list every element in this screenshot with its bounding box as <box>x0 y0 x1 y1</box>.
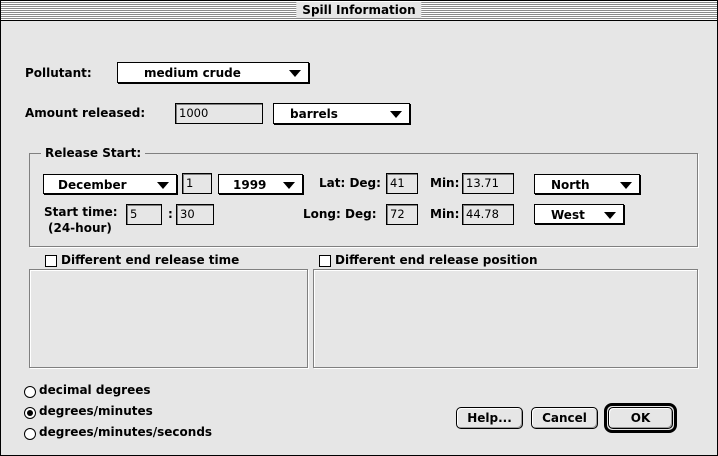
start-time-sublabel: (24-hour) <box>48 221 112 235</box>
window-title: Spill Information <box>296 2 422 18</box>
decimal-degrees-label[interactable]: decimal degrees <box>39 383 151 397</box>
long-min-field[interactable]: 44.78 <box>462 204 514 225</box>
title-bar[interactable]: Spill Information <box>1 1 717 21</box>
day-field[interactable]: 1 <box>182 173 212 194</box>
long-direction-value: West <box>551 208 585 222</box>
lat-min-field[interactable]: 13.71 <box>462 173 514 194</box>
amount-released-field[interactable]: 1000 <box>175 103 263 124</box>
chevron-down-icon <box>604 212 616 219</box>
chevron-down-icon <box>157 182 169 189</box>
chevron-down-icon <box>390 111 402 118</box>
amount-unit-value: barrels <box>290 107 338 121</box>
pollutant-select[interactable]: medium crude <box>117 62 309 83</box>
amount-released-label: Amount released: <box>25 106 146 120</box>
degrees-minutes-seconds-radio[interactable] <box>24 428 36 440</box>
long-deg-label: Long: Deg: <box>303 207 377 221</box>
help-button[interactable]: Help... <box>456 407 523 429</box>
end-release-time-panel <box>29 269 308 368</box>
amount-unit-select[interactable]: barrels <box>273 103 410 124</box>
lat-deg-label: Lat: Deg: <box>319 176 381 190</box>
end-release-position-checkbox[interactable] <box>319 255 331 267</box>
release-start-title: Release Start: <box>41 146 146 160</box>
decimal-degrees-radio[interactable] <box>24 386 36 398</box>
chevron-down-icon <box>289 70 301 77</box>
long-deg-field[interactable]: 72 <box>386 204 418 225</box>
degrees-minutes-label[interactable]: degrees/minutes <box>39 404 153 418</box>
year-value: 1999 <box>233 178 267 192</box>
long-direction-select[interactable]: West <box>534 204 624 224</box>
lat-min-label: Min: <box>430 176 460 190</box>
time-separator: : <box>168 207 173 221</box>
chevron-down-icon <box>283 182 295 189</box>
lat-direction-value: North <box>551 178 590 192</box>
start-hour-field[interactable]: 5 <box>126 204 162 225</box>
month-value: December <box>58 178 127 192</box>
lat-deg-field[interactable]: 41 <box>386 173 418 194</box>
month-select[interactable]: December <box>43 174 177 194</box>
lat-direction-select[interactable]: North <box>534 174 640 194</box>
chevron-down-icon <box>620 182 632 189</box>
year-select[interactable]: 1999 <box>218 174 303 194</box>
end-release-position-label[interactable]: Different end release position <box>335 253 538 267</box>
ok-button[interactable]: OK <box>608 407 673 429</box>
end-release-time-checkbox[interactable] <box>45 255 57 267</box>
cancel-button[interactable]: Cancel <box>531 407 598 429</box>
end-release-time-label[interactable]: Different end release time <box>61 253 239 267</box>
release-start-group <box>29 153 698 247</box>
long-min-label: Min: <box>430 207 460 221</box>
degrees-minutes-radio[interactable] <box>24 407 36 419</box>
start-time-label: Start time: <box>44 205 118 219</box>
start-minute-field[interactable]: 30 <box>176 204 214 225</box>
pollutant-value: medium crude <box>144 66 241 80</box>
end-release-position-panel <box>313 269 698 368</box>
spill-information-dialog: Spill Information Pollutant: medium crud… <box>0 0 718 456</box>
pollutant-label: Pollutant: <box>25 66 92 80</box>
degrees-minutes-seconds-label[interactable]: degrees/minutes/seconds <box>39 425 212 439</box>
